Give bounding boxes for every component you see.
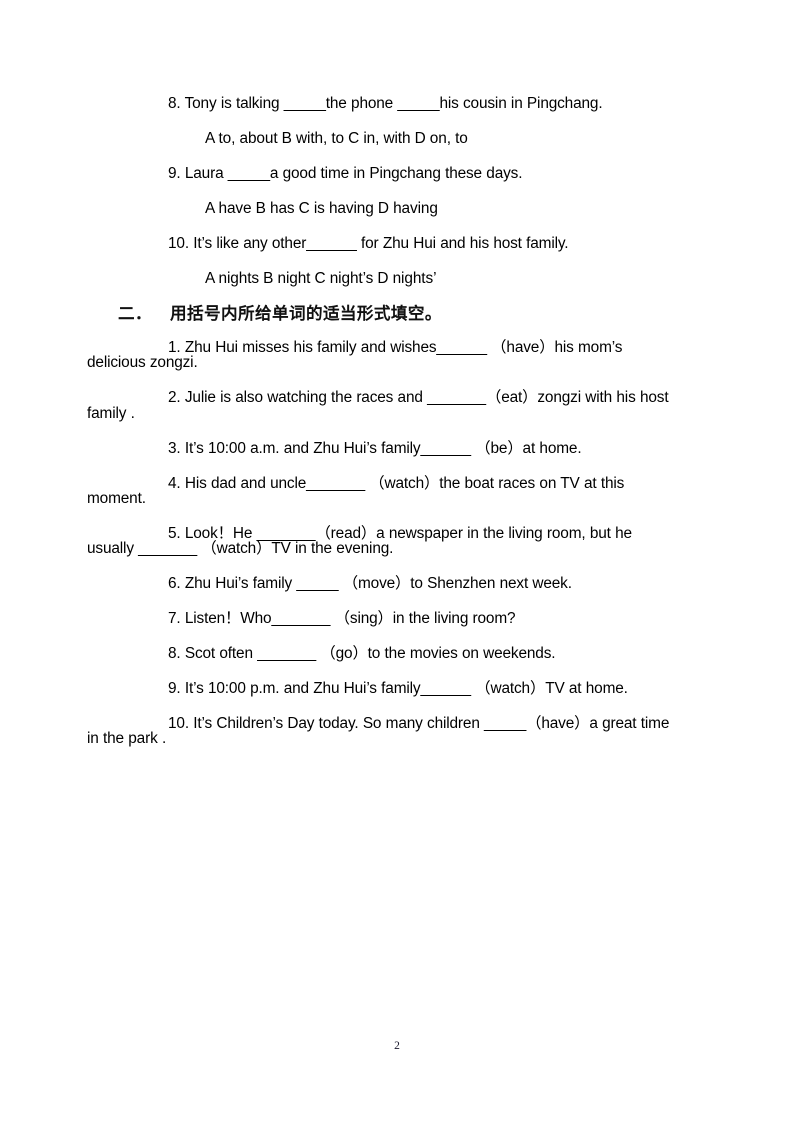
section-two-question-3: 3. It’s 10:00 a.m. and Zhu Hui’s family_… bbox=[168, 439, 582, 457]
section-two-question-6: 6. Zhu Hui’s family _____ （move）to Shenz… bbox=[168, 575, 572, 593]
section-two-question-7: 7. Listen！Who_______ （sing）in the living… bbox=[168, 610, 516, 628]
page-number: 2 bbox=[394, 1040, 400, 1052]
question-block-8: 8. Tony is talking _____the phone _____h… bbox=[87, 95, 683, 147]
section-two-question-9: 9. It’s 10:00 p.m. and Zhu Hui’s family_… bbox=[168, 679, 628, 697]
question-block-9: 9. Laura _____a good time in Pingchang t… bbox=[87, 164, 683, 217]
question-options-9: A have B has C is having D having bbox=[205, 199, 438, 217]
section-two-question-2: 2. Julie is also watching the races and … bbox=[87, 389, 669, 422]
question-options-10: A nights B night C night’s D nights’ bbox=[205, 269, 437, 287]
question-stem-9: 9. Laura _____a good time in Pingchang t… bbox=[168, 164, 523, 182]
section-two-heading: 二． 用括号内所给单词的适当形式填空。 bbox=[87, 305, 683, 322]
section-two-question-5: 5. Look！He _______（read）a newspaper in t… bbox=[87, 524, 632, 558]
section-two-heading-text: 用括号内所给单词的适当形式填空。 bbox=[170, 303, 442, 324]
section-two-heading-number: 二． bbox=[118, 303, 152, 324]
page-content: 8. Tony is talking _____the phone _____h… bbox=[87, 96, 683, 766]
question-stem-8: 8. Tony is talking _____the phone _____h… bbox=[168, 95, 603, 112]
section-two-question-4: 4. His dad and uncle_______ （watch）the b… bbox=[87, 474, 625, 507]
question-options-8: A to, about B with, to C in, with D on, … bbox=[205, 129, 468, 147]
question-stem-10: 10. It’s like any other______ for Zhu Hu… bbox=[168, 234, 569, 252]
section-two-question-8: 8. Scot often _______ （go）to the movies … bbox=[168, 645, 556, 662]
worksheet-page: 8. Tony is talking _____the phone _____h… bbox=[0, 0, 794, 1123]
question-block-10: 10. It’s like any other______ for Zhu Hu… bbox=[87, 234, 683, 287]
section-two-question-1: 1. Zhu Hui misses his family and wishes_… bbox=[87, 339, 623, 372]
section-two-question-10: 10. It’s Children’s Day today. So many c… bbox=[87, 714, 670, 748]
